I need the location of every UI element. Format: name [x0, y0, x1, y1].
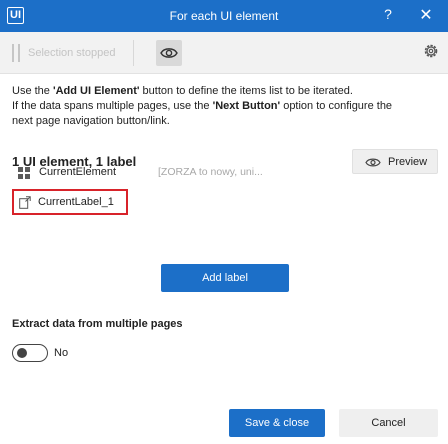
add-label-button[interactable]: Add label [161, 264, 289, 292]
ui-element-name: CurrentElement [39, 166, 117, 178]
pause-icon[interactable] [12, 44, 20, 62]
eye-icon [160, 48, 178, 58]
toggle-knob [17, 348, 27, 358]
label-item-name: CurrentLabel_1 [38, 196, 114, 208]
ui-element-icon [18, 167, 30, 179]
label-icon [19, 196, 31, 209]
eye-icon [365, 158, 381, 167]
ui-element-value: [ZORZA to nowy, uni... [158, 166, 263, 178]
toggle-state-label: No [54, 347, 69, 359]
show-highlight-toggle[interactable] [156, 40, 182, 66]
preview-button[interactable]: Preview [352, 149, 438, 174]
help-button[interactable]: ? [381, 6, 395, 22]
selection-status: Selection stopped [28, 47, 116, 59]
preview-label: Preview [388, 156, 428, 168]
gear-icon[interactable] [422, 42, 440, 60]
toolbar-divider [133, 40, 134, 66]
toolbar: Selection stopped [0, 32, 448, 74]
close-button[interactable]: ✕ [418, 5, 434, 25]
save-close-button[interactable]: Save & close [229, 409, 325, 437]
label-item-selected[interactable]: CurrentLabel_1 [12, 189, 128, 215]
instructions-text: Use the 'Add UI Element' button to defin… [12, 85, 393, 127]
extract-multiple-pages-toggle[interactable] [12, 344, 48, 362]
extract-multiple-pages-heading: Extract data from multiple pages [12, 318, 183, 330]
cancel-button[interactable]: Cancel [339, 409, 438, 437]
title-bar: UI For each UI element ? ✕ [0, 0, 448, 32]
